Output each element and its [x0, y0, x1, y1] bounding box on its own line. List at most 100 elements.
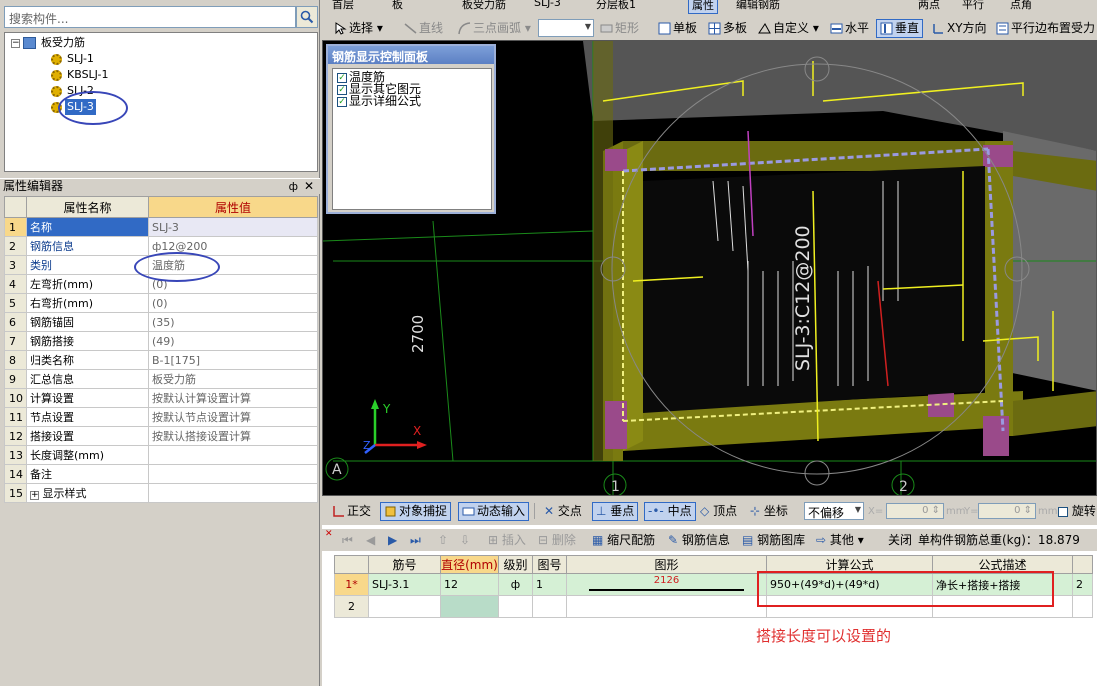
property-row[interactable]: 1 名称 SLJ-3 [4, 217, 318, 237]
property-row[interactable]: 10 计算设置 按默认计算设置计算 [4, 388, 318, 408]
next-record-icon[interactable]: ▶ [388, 532, 397, 549]
property-row[interactable]: 9 汇总信息 板受力筋 [4, 369, 318, 389]
fig-no-cell[interactable]: 1 [532, 573, 567, 596]
dynamic-input-button[interactable]: 动态输入 [458, 502, 530, 521]
midpoint-button[interactable]: -•- 中点 [644, 502, 696, 521]
first-record-icon[interactable]: ⏮ [342, 532, 353, 549]
two-points-button[interactable]: 两点 [918, 0, 940, 12]
shape-cell[interactable]: 2126 [566, 573, 767, 596]
diameter-cell[interactable]: 12 [440, 573, 499, 596]
component-combo[interactable]: SLJ-3 [534, 0, 561, 9]
y-input[interactable]: 0 ⇕ [978, 503, 1036, 519]
edit-rebar-button[interactable]: 编辑钢筋 [736, 0, 780, 12]
property-value[interactable]: (0) [148, 293, 318, 313]
perpendicular-button[interactable]: ⊥ 垂点 [592, 502, 639, 521]
subtype-combo[interactable]: 板受力筋 [462, 0, 506, 12]
multi-board-button[interactable]: 多板 [704, 19, 751, 38]
checkbox-icon[interactable]: ✓ [337, 96, 347, 107]
checkbox-icon[interactable]: ✓ [337, 72, 347, 83]
prev-record-icon[interactable]: ◀ [366, 532, 375, 549]
layer-combo[interactable]: 分层板1 [596, 0, 636, 12]
property-row[interactable]: 14 备注 [4, 464, 318, 484]
vertical-button[interactable]: 垂直 [876, 19, 924, 38]
property-value[interactable] [148, 464, 318, 484]
line-button[interactable]: 直线 [400, 19, 447, 38]
rebar-info-button[interactable]: ✎ 钢筋信息 [668, 532, 730, 549]
grade-cell[interactable] [498, 595, 533, 618]
floor-combo[interactable]: 首层 [332, 0, 354, 12]
property-value[interactable]: (35) [148, 312, 318, 332]
property-value[interactable]: 按默认节点设置计算 [148, 407, 318, 427]
arc-button[interactable]: 三点画弧 ▾ [454, 19, 535, 38]
extra-cell[interactable] [1072, 595, 1093, 618]
vertex-button[interactable]: ◇ 顶点 [696, 502, 741, 521]
property-row[interactable]: 5 右弯折(mm) (0) [4, 293, 318, 313]
rotate-checkbox[interactable]: 旋转 [1054, 502, 1097, 521]
property-row[interactable]: 7 钢筋搭接 (49) [4, 331, 318, 351]
other-button[interactable]: ⇨ 其他 ▾ [816, 532, 864, 549]
close-icon[interactable]: ✕ [304, 179, 314, 194]
tree-item[interactable]: KBSLJ-1 [51, 67, 111, 83]
delete-button[interactable]: ⊟ 删除 [538, 532, 576, 549]
close-icon[interactable]: ✕ [325, 530, 333, 539]
parallel-edge-button[interactable]: 平行边布置受力 [992, 19, 1097, 38]
move-up-icon[interactable]: ⇧ [438, 532, 448, 549]
parallel-button[interactable]: 平行 [962, 0, 984, 12]
bar-no-cell[interactable]: SLJ-3.1 [368, 573, 441, 596]
tree-root[interactable]: − 板受力筋 [11, 35, 87, 51]
point-angle-button[interactable]: 点角 [1010, 0, 1032, 12]
coordinate-button[interactable]: ⊹ 坐标 [746, 502, 792, 521]
select-button[interactable]: 选择 ▾ [330, 19, 387, 38]
move-down-icon[interactable]: ⇩ [460, 532, 470, 549]
xy-direction-button[interactable]: XY方向 [928, 19, 991, 38]
pin-icon[interactable]: ф [289, 179, 298, 194]
property-value[interactable] [148, 483, 318, 503]
property-row[interactable]: 15 + 显示样式 [4, 483, 318, 503]
property-value[interactable] [148, 445, 318, 465]
property-row[interactable]: 13 长度调整(mm) [4, 445, 318, 465]
type-combo[interactable]: 板 [392, 0, 403, 12]
grade-cell[interactable]: ф [498, 573, 533, 596]
property-row[interactable]: 12 搭接设置 按默认搭接设置计算 [4, 426, 318, 446]
checkbox-icon[interactable]: ✓ [337, 84, 347, 95]
diameter-cell[interactable] [440, 595, 499, 618]
property-row[interactable]: 11 节点设置 按默认节点设置计算 [4, 407, 318, 427]
rect-button[interactable]: 矩形 [596, 19, 643, 38]
property-value[interactable]: (49) [148, 331, 318, 351]
custom-button[interactable]: 自定义 ▾ [754, 19, 823, 38]
property-value[interactable]: B-1[175] [148, 350, 318, 370]
option-show-formula[interactable]: ✓ 显示详细公式 [337, 95, 421, 107]
close-button[interactable]: 关闭 [888, 532, 912, 549]
property-value[interactable]: SLJ-3 [148, 217, 318, 237]
search-input[interactable]: 搜索构件... [4, 6, 296, 28]
property-value[interactable]: 板受力筋 [148, 369, 318, 389]
rebar-library-button[interactable]: ▤ 钢筋图库 [742, 532, 805, 549]
fig-no-cell[interactable] [532, 595, 567, 618]
rebar-display-panel[interactable]: 钢筋显示控制面板 ✓ 温度筋 ✓ 显示其它图元 ✓ 显示详细公式 [326, 44, 496, 214]
ortho-button[interactable]: 正交 [328, 502, 375, 521]
x-input[interactable]: 0 ⇕ [886, 503, 944, 519]
checkbox-icon[interactable] [1058, 506, 1068, 517]
property-value[interactable]: 按默认计算设置计算 [148, 388, 318, 408]
horizontal-button[interactable]: 水平 [826, 19, 873, 38]
extra-cell[interactable]: 2 [1072, 573, 1093, 596]
scale-rebar-button[interactable]: ▦ 缩尺配筋 [592, 532, 655, 549]
arc-combo[interactable] [538, 19, 594, 37]
property-name[interactable]: + 显示样式 [26, 483, 149, 503]
property-row[interactable]: 8 归类名称 B-1[175] [4, 350, 318, 370]
expand-icon[interactable]: + [30, 491, 39, 500]
collapse-icon[interactable]: − [11, 38, 20, 48]
intersection-button[interactable]: ✕ 交点 [540, 502, 586, 521]
property-value[interactable]: 按默认搭接设置计算 [148, 426, 318, 446]
attribute-button[interactable]: 属性 [688, 0, 718, 14]
offset-combo[interactable]: 不偏移 [804, 502, 864, 520]
tree-item[interactable]: SLJ-1 [51, 51, 96, 67]
property-row[interactable]: 6 钢筋锚固 (35) [4, 312, 318, 332]
object-snap-button[interactable]: 对象捕捉 [380, 502, 452, 521]
bar-no-cell[interactable] [368, 595, 441, 618]
shape-cell[interactable] [566, 595, 767, 618]
insert-button[interactable]: ⊞ 插入 [488, 532, 526, 549]
search-button[interactable] [296, 6, 318, 28]
single-board-button[interactable]: 单板 [654, 19, 701, 38]
last-record-icon[interactable]: ⏭ [410, 532, 421, 549]
